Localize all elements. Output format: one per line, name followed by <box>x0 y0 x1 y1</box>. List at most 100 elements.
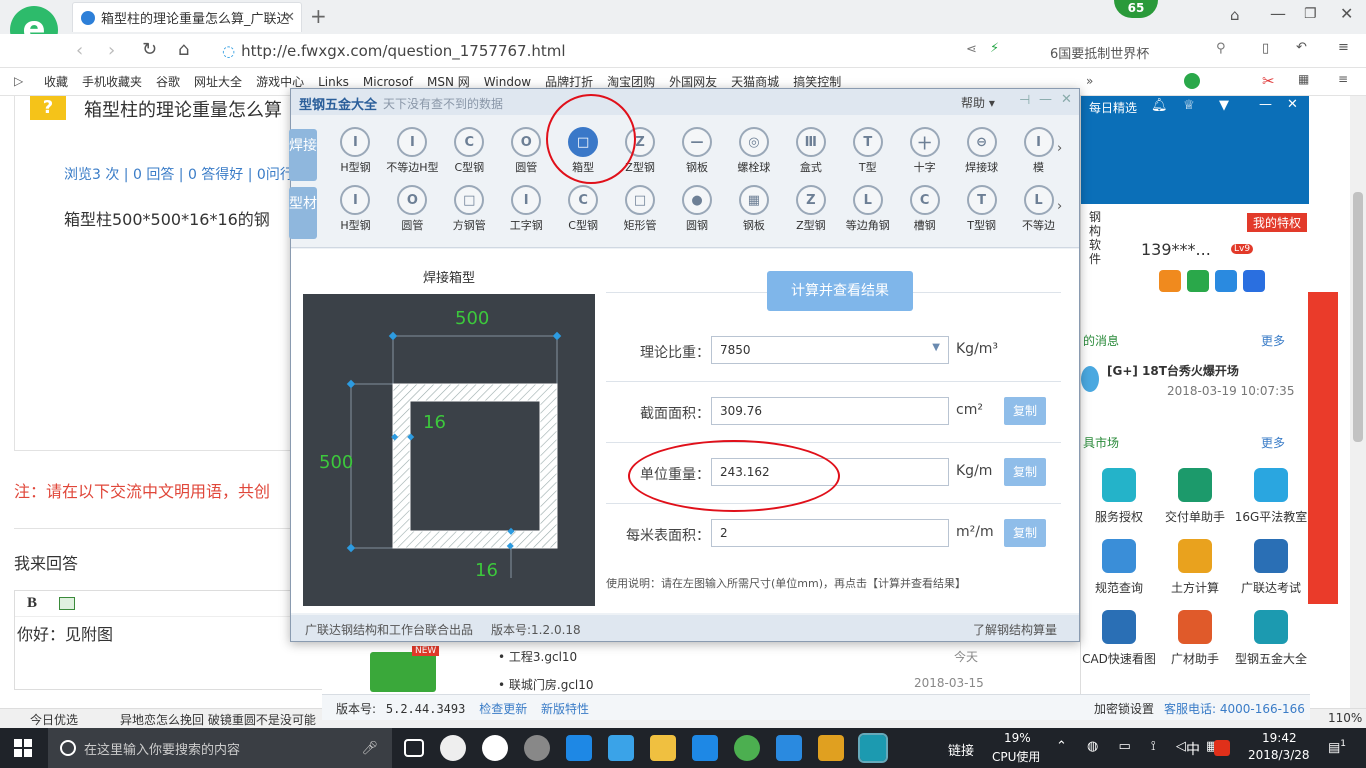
task-view-icon[interactable] <box>404 739 424 757</box>
taskbar-search[interactable]: 在这里输入你要搜索的内容 🎤︎ <box>48 728 392 768</box>
dim-web-input[interactable]: 16 <box>423 412 446 433</box>
tray-icons[interactable]: ⌃ ◍ ▭ ⟟ ◁ ▦ <box>1056 739 1226 754</box>
bookmark-item[interactable]: 收藏 <box>44 68 68 95</box>
side-ad[interactable] <box>1308 214 1338 604</box>
undo-icon[interactable]: ↶ <box>1296 40 1307 55</box>
panel-close-icon[interactable]: ✕ <box>1287 97 1298 112</box>
bookmark-more-icon[interactable]: » <box>1086 74 1093 88</box>
back-icon[interactable]: ‹ <box>76 40 83 61</box>
shape-tool[interactable]: ◎ 螺栓球 <box>725 127 782 175</box>
link-label[interactable]: 链接 <box>948 740 974 759</box>
edge-icon[interactable] <box>566 735 592 761</box>
forward-icon[interactable]: › <box>108 40 115 61</box>
reply-text[interactable]: 你好：见附图 <box>15 617 323 649</box>
bookmark-item[interactable]: 手机收藏夹 <box>82 68 142 95</box>
app-min-icon[interactable]: — <box>1039 92 1052 107</box>
shape-tool[interactable]: I 不等边H型 <box>384 127 441 175</box>
shape-tool[interactable]: Z Z型钢 <box>782 185 839 233</box>
menu-icon[interactable]: ≡ <box>1338 40 1349 55</box>
sidebar-toggle-icon[interactable]: ▷ <box>14 74 23 88</box>
shape-tool[interactable]: I H型钢 <box>327 185 384 233</box>
shape-tool[interactable]: O 圆管 <box>384 185 441 233</box>
file-row[interactable]: • 联城门房.gcl10 <box>498 676 594 693</box>
minimize-icon[interactable]: — <box>1270 4 1286 23</box>
ime-indicator[interactable]: 中 <box>1186 739 1200 759</box>
market-tile[interactable]: 广材助手 <box>1157 610 1233 667</box>
privilege-tag[interactable]: 我的特权 <box>1247 213 1308 232</box>
badge-icon[interactable] <box>1187 270 1209 292</box>
phone-icon[interactable]: ▯ <box>1262 41 1269 56</box>
market-tile[interactable]: 土方计算 <box>1157 539 1233 596</box>
clock-date[interactable]: 2018/3/28 <box>1248 748 1310 762</box>
toolbar-menu-icon[interactable]: ≡ <box>1338 72 1348 86</box>
tools-icon[interactable]: ✂ <box>1262 72 1275 90</box>
extension-icon[interactable]: ▦ <box>1298 72 1309 86</box>
pin-icon[interactable]: ⊣ <box>1019 93 1030 108</box>
market-tile[interactable]: 规范查询 <box>1081 539 1157 596</box>
message-text[interactable]: [G+] 18T台秀火爆开场 <box>1107 362 1239 379</box>
area-field[interactable]: 309.76 <box>711 397 949 425</box>
dim-flange-input[interactable]: 16 <box>475 560 498 581</box>
share-icon[interactable]: ⋖ <box>966 42 977 57</box>
new-tab-button[interactable]: + <box>310 4 327 28</box>
shape-tool[interactable]: C 槽钢 <box>896 185 953 233</box>
row1-next-icon[interactable]: › <box>1057 141 1062 156</box>
dim-top-input[interactable]: 500 <box>455 308 489 329</box>
notification-badge[interactable]: 65 <box>1114 0 1158 18</box>
market-tile[interactable]: CAD快速看图 <box>1081 610 1157 667</box>
bookmark-item[interactable]: 谷歌 <box>156 68 180 95</box>
dropdown-icon[interactable]: ▼ <box>1219 98 1229 113</box>
folder-icon[interactable] <box>650 735 676 761</box>
today-pick[interactable]: 今日优选 <box>30 711 78 728</box>
360-icon[interactable] <box>734 735 760 761</box>
bold-button[interactable]: B <box>27 595 37 612</box>
reply-editor[interactable]: B 你好：见附图 <box>14 590 324 690</box>
home-icon[interactable]: ⌂ <box>178 39 189 60</box>
glodon-icon[interactable] <box>692 735 718 761</box>
search-icon[interactable]: ⚲ <box>1216 41 1226 56</box>
news-ticker[interactable]: 异地恋怎么挽回 破镜重圆不是没可能 <box>120 711 320 728</box>
density-select[interactable]: 7850 ▼ <box>711 336 949 364</box>
notification-center-icon[interactable]: ▤1 <box>1328 739 1346 755</box>
steel-app-taskbar-icon[interactable] <box>858 733 888 763</box>
search-box[interactable]: 6国要抵制世界杯 <box>1040 39 1240 63</box>
dim-left-input[interactable]: 500 <box>319 452 353 473</box>
bookmark-item[interactable]: 网址大全 <box>194 68 242 95</box>
mascot-avatar[interactable]: 钢构软件 <box>1083 186 1143 296</box>
shirt-icon[interactable]: ♕ <box>1183 98 1195 113</box>
shape-tool[interactable]: L 等边角钢 <box>839 185 896 233</box>
market-tile[interactable]: 16G平法教室 <box>1233 468 1309 525</box>
category-profile[interactable]: 型材 <box>289 187 317 239</box>
maximize-icon[interactable]: ❐ <box>1304 6 1317 22</box>
app-close-icon[interactable]: ✕ <box>1061 92 1072 107</box>
clock-time[interactable]: 19:42 <box>1262 731 1297 745</box>
market-tile[interactable]: 型钢五金大全 <box>1233 610 1309 667</box>
calculate-button[interactable]: 计算并查看结果 <box>767 271 913 311</box>
ie-icon[interactable] <box>608 735 634 761</box>
bell-icon[interactable]: 🔔︎ <box>1151 98 1168 113</box>
shape-tool[interactable]: T T型 <box>839 127 896 175</box>
check-update-link[interactable]: 检查更新 <box>479 702 527 716</box>
messages-more-link[interactable]: 更多 <box>1261 332 1285 349</box>
shape-tool[interactable]: C C型钢 <box>555 185 612 233</box>
refresh-icon[interactable]: ↻ <box>142 39 157 60</box>
browser-tab[interactable]: 箱型柱的理论重量怎么算_广联达 ✕ <box>72 2 302 32</box>
badge-icon[interactable] <box>1215 270 1237 292</box>
lock-settings[interactable]: 加密锁设置 <box>1094 700 1154 717</box>
page-scrollbar[interactable] <box>1350 96 1366 708</box>
copy-area-button[interactable]: 复制 <box>1004 397 1046 425</box>
fan-app-icon[interactable] <box>440 735 466 761</box>
surface-field[interactable]: 2 <box>711 519 949 547</box>
file-row[interactable]: • 工程3.gcl10 <box>498 648 577 665</box>
image-icon[interactable] <box>59 597 76 610</box>
browser-e-icon[interactable] <box>482 735 508 761</box>
shape-tool[interactable]: ● 圆钢 <box>669 185 726 233</box>
shape-tool[interactable]: I H型钢 <box>327 127 384 175</box>
shape-tool[interactable]: □ 方钢管 <box>441 185 498 233</box>
shape-tool[interactable]: ▦ 钢板 <box>725 185 782 233</box>
mic-icon[interactable]: 🎤︎ <box>361 741 378 756</box>
url-field[interactable]: ◌ http://e.fwxgx.com/question_1757767.ht… <box>222 39 1012 63</box>
badge-icon[interactable] <box>1243 270 1265 292</box>
learn-more-link[interactable]: 了解钢结构算量 <box>973 621 1057 638</box>
product-logo[interactable] <box>370 652 436 692</box>
